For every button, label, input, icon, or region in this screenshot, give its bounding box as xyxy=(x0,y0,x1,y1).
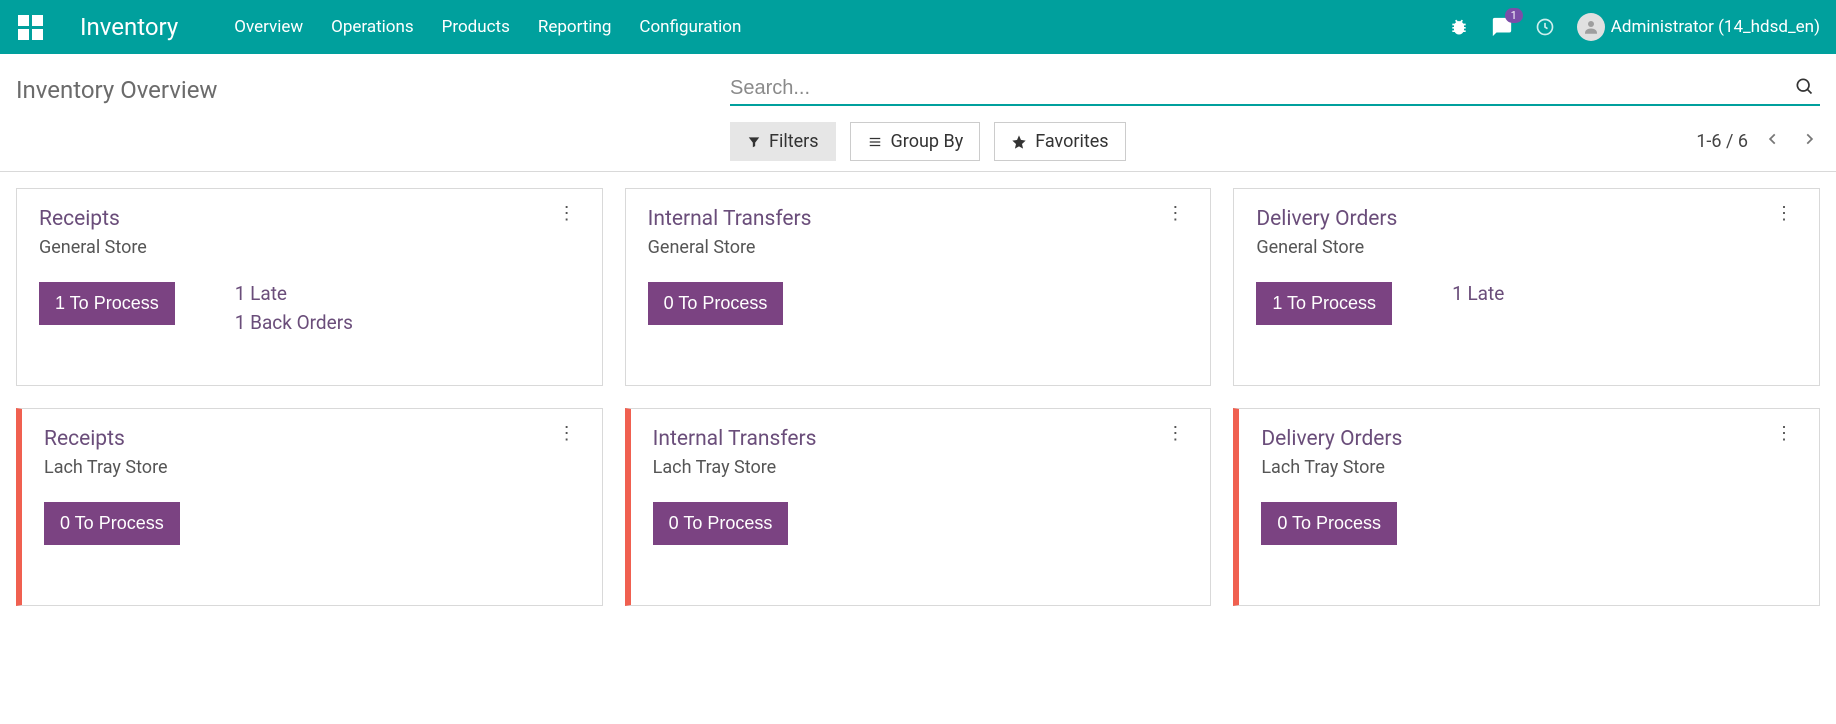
pager-prev[interactable] xyxy=(1762,125,1784,158)
funnel-icon xyxy=(747,135,761,149)
card-body: 0 To Process xyxy=(44,502,580,545)
activity-icon[interactable] xyxy=(1535,17,1555,37)
process-button[interactable]: 0 To Process xyxy=(653,502,789,545)
kebab-icon[interactable]: ⋮ xyxy=(1771,207,1797,221)
filters-button[interactable]: Filters xyxy=(730,122,836,161)
card-title[interactable]: Receipts xyxy=(39,207,147,231)
kanban-card: Receipts General Store ⋮ 1 To Process 1 Late… xyxy=(16,188,603,386)
avatar xyxy=(1577,13,1605,41)
card-header: Receipts General Store ⋮ xyxy=(39,207,580,258)
chat-badge: 1 xyxy=(1505,8,1523,23)
pager: 1-6 / 6 xyxy=(1696,125,1820,158)
card-header: Internal Transfers General Store ⋮ xyxy=(648,207,1189,258)
groupby-button[interactable]: Group By xyxy=(850,122,981,161)
process-button[interactable]: 0 To Process xyxy=(1261,502,1397,545)
nav-reporting[interactable]: Reporting xyxy=(538,17,612,37)
process-button[interactable]: 0 To Process xyxy=(44,502,180,545)
kanban-card: Delivery Orders General Store ⋮ 1 To Proces… xyxy=(1233,188,1820,386)
nav-operations[interactable]: Operations xyxy=(331,17,414,37)
card-title[interactable]: Delivery Orders xyxy=(1256,207,1397,231)
chevron-left-icon xyxy=(1766,129,1780,149)
controls-row: Filters Group By Favorites 1-6 / 6 xyxy=(730,122,1820,161)
apps-icon[interactable] xyxy=(16,13,44,41)
card-subtitle: General Store xyxy=(39,237,147,258)
search-column: Filters Group By Favorites 1-6 / 6 xyxy=(730,76,1820,161)
kanban-card: Receipts Lach Tray Store ⋮ 0 To Process xyxy=(16,408,603,606)
list-icon xyxy=(867,135,883,149)
status-list: 1 Late 1 Back Orders xyxy=(235,282,353,334)
main-nav: Overview Operations Products Reporting C… xyxy=(234,17,741,37)
pager-next[interactable] xyxy=(1798,125,1820,158)
star-icon xyxy=(1011,134,1027,150)
kanban-card: Internal Transfers General Store ⋮ 0 To Pro… xyxy=(625,188,1212,386)
kebab-icon[interactable]: ⋮ xyxy=(554,427,580,441)
kanban-card: Internal Transfers Lach Tray Store ⋮ 0 To P… xyxy=(625,408,1212,606)
card-title[interactable]: Internal Transfers xyxy=(653,427,817,451)
process-button[interactable]: 1 To Process xyxy=(1256,282,1392,325)
favorites-button[interactable]: Favorites xyxy=(994,122,1125,161)
filters-label: Filters xyxy=(769,131,819,152)
card-subtitle: General Store xyxy=(1256,237,1397,258)
status-link[interactable]: 1 Late xyxy=(235,282,353,305)
nav-overview[interactable]: Overview xyxy=(234,17,303,37)
card-subtitle: Lach Tray Store xyxy=(44,457,168,478)
status-link[interactable]: 1 Late xyxy=(1452,282,1504,305)
app-title[interactable]: Inventory xyxy=(80,13,178,41)
card-subtitle: Lach Tray Store xyxy=(653,457,817,478)
status-list: 1 Late xyxy=(1452,282,1504,305)
page-title: Inventory Overview xyxy=(16,76,217,104)
debug-icon[interactable] xyxy=(1449,17,1469,37)
card-body: 1 To Process 1 Late 1 Back Orders xyxy=(39,282,580,334)
pager-text: 1-6 / 6 xyxy=(1696,131,1748,152)
card-header: Delivery Orders Lach Tray Store ⋮ xyxy=(1261,427,1797,478)
groupby-label: Group By xyxy=(891,131,964,152)
kebab-icon[interactable]: ⋮ xyxy=(1771,427,1797,441)
search-row xyxy=(730,76,1820,106)
user-menu[interactable]: Administrator (14_hdsd_en) xyxy=(1577,13,1820,41)
chat-icon[interactable]: 1 xyxy=(1491,16,1513,38)
kanban-card: Delivery Orders Lach Tray Store ⋮ 0 To Proc… xyxy=(1233,408,1820,606)
card-title[interactable]: Delivery Orders xyxy=(1261,427,1402,451)
process-button[interactable]: 0 To Process xyxy=(648,282,784,325)
status-link[interactable]: 1 Back Orders xyxy=(235,311,353,334)
kanban-board: Receipts General Store ⋮ 1 To Process 1 Late… xyxy=(0,172,1836,622)
control-panel: Inventory Overview Filters Group By Favo… xyxy=(0,54,1836,161)
card-header: Internal Transfers Lach Tray Store ⋮ xyxy=(653,427,1189,478)
search-icon[interactable] xyxy=(1788,76,1820,100)
nav-configuration[interactable]: Configuration xyxy=(639,17,741,37)
favorites-label: Favorites xyxy=(1035,131,1108,152)
chevron-right-icon xyxy=(1802,129,1816,149)
card-title[interactable]: Internal Transfers xyxy=(648,207,812,231)
kebab-icon[interactable]: ⋮ xyxy=(1162,207,1188,221)
card-title[interactable]: Receipts xyxy=(44,427,168,451)
nav-products[interactable]: Products xyxy=(442,17,510,37)
kebab-icon[interactable]: ⋮ xyxy=(554,207,580,221)
card-body: 0 To Process xyxy=(648,282,1189,325)
topbar-right: 1 Administrator (14_hdsd_en) xyxy=(1449,13,1820,41)
card-body: 1 To Process 1 Late xyxy=(1256,282,1797,325)
process-button[interactable]: 1 To Process xyxy=(39,282,175,325)
card-subtitle: Lach Tray Store xyxy=(1261,457,1402,478)
card-body: 0 To Process xyxy=(1261,502,1797,545)
card-subtitle: General Store xyxy=(648,237,812,258)
user-name: Administrator (14_hdsd_en) xyxy=(1611,17,1820,37)
search-input[interactable] xyxy=(730,77,1788,100)
kebab-icon[interactable]: ⋮ xyxy=(1162,427,1188,441)
card-body: 0 To Process xyxy=(653,502,1189,545)
card-header: Receipts Lach Tray Store ⋮ xyxy=(44,427,580,478)
topbar: Inventory Overview Operations Products R… xyxy=(0,0,1836,54)
card-header: Delivery Orders General Store ⋮ xyxy=(1256,207,1797,258)
